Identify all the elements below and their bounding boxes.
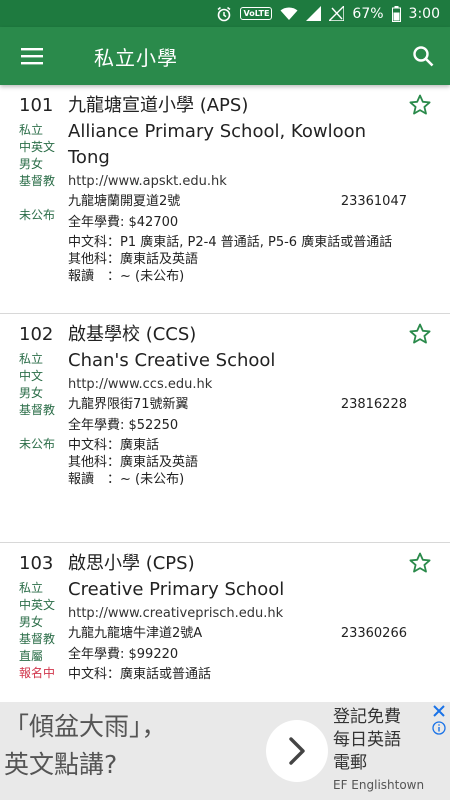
- ad-promo-text: 登記免費 每日英語 電郵: [333, 706, 443, 775]
- lang-value: ：廣東話或普通話: [107, 667, 212, 682]
- school-phone[interactable]: 23361047: [341, 192, 407, 211]
- lang-key: 中文科: [68, 235, 108, 250]
- lang-value: ：~ (未公布): [107, 472, 185, 487]
- tag-gender: 男女: [19, 386, 44, 400]
- ad-brand: EF Englishtown: [333, 778, 425, 792]
- school-number: 102: [19, 324, 54, 345]
- school-address: 九龍九龍塘牛津道2號A: [68, 626, 203, 641]
- favorite-star-icon[interactable]: [408, 551, 432, 575]
- app-bar: 私立小學: [0, 27, 450, 85]
- wifi-icon: [280, 7, 298, 21]
- search-button[interactable]: [396, 27, 450, 85]
- school-tags: 私立 中文 男女 基督教 未公布: [19, 351, 64, 453]
- tag-gender: 男女: [19, 157, 44, 171]
- ad-promo-line: 登記免費: [333, 707, 401, 727]
- school-address: 九龍界限街71號新翼: [68, 397, 189, 412]
- school-number: 101: [19, 95, 54, 116]
- school-name-en: Alliance Primary School, Kowloon Tong: [68, 121, 367, 168]
- lang-value: ：廣東話及英語: [107, 252, 199, 267]
- favorite-star-icon[interactable]: [408, 322, 432, 346]
- lang-value: ：廣東話及英語: [107, 455, 199, 470]
- school-name-en: Chan's Creative School: [68, 350, 276, 371]
- lang-value: ：廣東話: [107, 438, 160, 453]
- school-name-en: Creative Primary School: [68, 579, 285, 600]
- school-name-zh: 九龍塘宣道小學 (APS): [68, 95, 249, 116]
- lang-key: 報讀: [68, 472, 108, 487]
- page-title: 私立小學: [94, 45, 178, 70]
- menu-button[interactable]: [0, 27, 64, 85]
- school-phone[interactable]: 23360266: [341, 624, 407, 643]
- school-tags: 私立 中英文 男女 基督教 未公布: [19, 122, 64, 224]
- ad-headline: 「傾盆大雨」， 英文點講?: [4, 708, 167, 784]
- school-phone[interactable]: 23816228: [341, 395, 407, 414]
- school-url[interactable]: http://www.ccs.edu.hk: [68, 375, 413, 395]
- lang-key: 其他科: [68, 455, 108, 470]
- school-card[interactable]: 101 私立 中英文 男女 基督教 未公布 九龍塘宣道小學 (APS) Alli…: [0, 85, 450, 314]
- ad-headline-line: 英文點講?: [4, 750, 118, 779]
- ad-promo-line: 電郵: [333, 753, 367, 773]
- school-card[interactable]: 103 私立 中英文 男女 基督教 直屬 報名中 啟思小學 (CPS) Crea…: [0, 543, 450, 702]
- school-url[interactable]: http://www.creativeprisch.edu.hk: [68, 604, 413, 624]
- close-icon[interactable]: [432, 704, 446, 718]
- lang-value: ：~ (未公布): [107, 269, 185, 284]
- battery-percent: 67%: [352, 5, 384, 22]
- school-tags: 私立 中英文 男女 基督教 直屬 報名中: [19, 580, 64, 682]
- hamburger-icon: [21, 48, 43, 65]
- registration-status: 未公布: [19, 208, 56, 222]
- ad-headline-line: 「傾盆大雨」，: [4, 712, 167, 741]
- school-name-zh: 啟思小學 (CPS): [68, 553, 195, 574]
- battery-icon: [391, 5, 401, 22]
- registration-status: 未公布: [19, 437, 56, 451]
- clock: 3:00: [408, 5, 440, 22]
- favorite-star-icon[interactable]: [408, 93, 432, 117]
- tag-type: 私立: [19, 352, 44, 366]
- registration-status: 報名中: [19, 666, 56, 680]
- school-fee: 全年學費: $42700: [68, 215, 179, 230]
- tag-medium: 中文: [19, 369, 44, 383]
- school-card[interactable]: 102 私立 中文 男女 基督教 未公布 啟基學校 (CCS) Chan's C…: [0, 314, 450, 543]
- lang-value: ：P1 廣東話, P2-4 普通話, P5-6 廣東話或普通話: [107, 235, 393, 250]
- tag-medium: 中英文: [19, 598, 56, 612]
- lang-key: 其他科: [68, 252, 108, 267]
- lang-key: 中文科: [68, 667, 108, 682]
- signal-icon: [306, 6, 322, 21]
- tag-gender: 男女: [19, 615, 44, 629]
- tag-religion: 基督教: [19, 174, 56, 188]
- search-icon: [413, 46, 434, 67]
- school-info: 啟基學校 (CCS) Chan's Creative School http:/…: [68, 322, 413, 488]
- ad-arrow-button[interactable]: [266, 720, 328, 782]
- school-number: 103: [19, 553, 54, 574]
- school-address: 九龍塘蘭開夏道2號: [68, 194, 181, 209]
- chevron-right-icon: [289, 737, 305, 765]
- tag-religion: 基督教: [19, 632, 56, 646]
- school-fee: 全年學費: $99220: [68, 647, 179, 662]
- info-icon[interactable]: [432, 721, 446, 735]
- lang-key: 中文科: [68, 438, 108, 453]
- alarm-icon: [216, 6, 232, 22]
- school-info: 啟思小學 (CPS) Creative Primary School http:…: [68, 551, 413, 683]
- ad-promo-line: 每日英語: [333, 730, 401, 750]
- volte-indicator: VoLTE: [240, 7, 273, 20]
- status-bar: VoLTE 67% 3:00: [0, 0, 450, 27]
- no-signal-icon: [329, 6, 345, 21]
- ad-banner[interactable]: 「傾盆大雨」， 英文點講? 登記免費 每日英語 電郵 EF Englishtown: [0, 702, 450, 800]
- tag-type: 私立: [19, 123, 44, 137]
- tag-medium: 中英文: [19, 140, 56, 154]
- school-name-zh: 啟基學校 (CCS): [68, 324, 197, 345]
- school-info: 九龍塘宣道小學 (APS) Alliance Primary School, K…: [68, 93, 413, 285]
- lang-key: 報讀: [68, 269, 108, 284]
- tag-type: 私立: [19, 581, 44, 595]
- school-fee: 全年學費: $52250: [68, 418, 179, 433]
- tag-religion: 基督教: [19, 403, 56, 417]
- school-url[interactable]: http://www.apskt.edu.hk: [68, 172, 413, 192]
- tag-affiliation: 直屬: [19, 649, 44, 663]
- school-list[interactable]: 101 私立 中英文 男女 基督教 未公布 九龍塘宣道小學 (APS) Alli…: [0, 85, 450, 702]
